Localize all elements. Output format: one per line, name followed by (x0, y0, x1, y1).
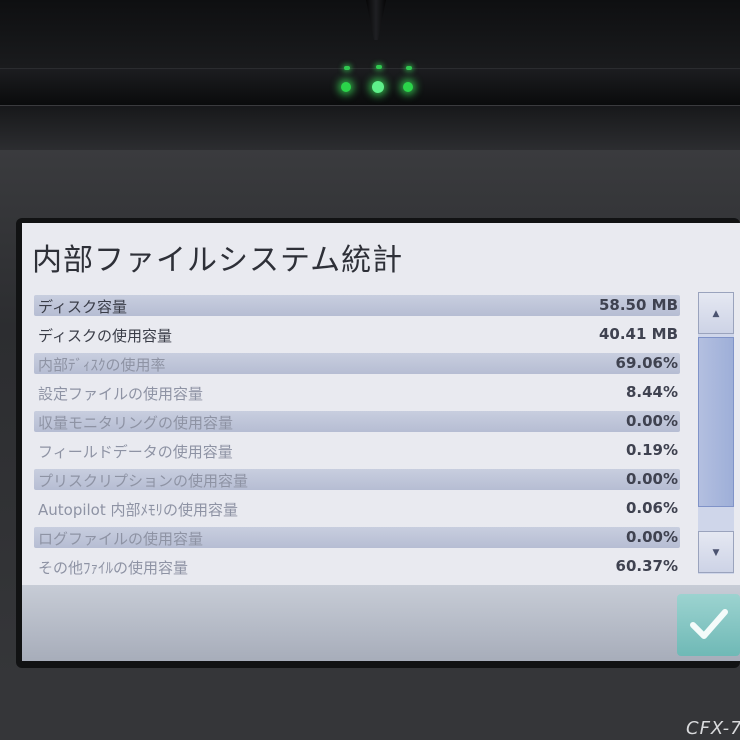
list-item[interactable]: 設定ファイルの使用容量 8.44% (34, 379, 680, 408)
stat-value: 69.06% (615, 354, 678, 372)
stat-label: 内部ﾃﾞｨｽｸの使用率 (38, 356, 166, 374)
stat-value: 8.44% (625, 383, 678, 401)
bottom-toolbar (22, 585, 740, 661)
scrollbar-thumb[interactable] (698, 337, 734, 507)
stat-label: 設定ファイルの使用容量 (38, 385, 204, 403)
stat-label: ログファイルの使用容量 (38, 530, 204, 548)
stat-value: 0.06% (625, 499, 678, 517)
stat-label: プリスクリプションの使用容量 (38, 472, 249, 490)
stat-value: 0.00% (625, 412, 678, 430)
stat-value: 0.00% (625, 470, 678, 488)
stat-value: 60.37% (615, 557, 678, 575)
list-item[interactable]: プリスクリプションの使用容量 0.00% (34, 466, 680, 495)
device-ridge (0, 68, 740, 106)
chevron-down-icon: ▼ (712, 548, 720, 558)
stat-label: その他ﾌｧｲﾙの使用容量 (38, 559, 189, 577)
list-item[interactable]: フィールドデータの使用容量 0.19% (34, 437, 680, 466)
stat-label: Autopilot 内部ﾒﾓﾘの使用容量 (38, 501, 239, 519)
check-icon (690, 609, 728, 639)
list-item[interactable]: 内部ﾃﾞｨｽｸの使用率 69.06% (34, 350, 680, 379)
stat-label: フィールドデータの使用容量 (38, 443, 233, 461)
list-item[interactable]: 収量モニタリングの使用容量 0.00% (34, 408, 680, 437)
list-item[interactable]: ログファイルの使用容量 0.00% (34, 524, 680, 553)
status-led-right (403, 82, 413, 92)
chevron-up-icon: ▲ (712, 309, 720, 319)
stat-value: 0.19% (625, 441, 678, 459)
status-led-left (341, 82, 351, 92)
stats-list: ディスク容量 58.50 MB ディスクの使用容量 40.41 MB 内部ﾃﾞｨ… (34, 292, 680, 582)
list-item[interactable]: ディスクの使用容量 40.41 MB (34, 321, 680, 350)
ok-button[interactable] (677, 594, 740, 656)
status-led-small (344, 66, 350, 70)
scroll-down-button[interactable]: ▼ (698, 531, 734, 573)
status-led-center (372, 81, 384, 93)
device-brand-label: CFX-7 (686, 718, 740, 739)
stat-value: 58.50 MB (598, 296, 678, 314)
stat-label: ディスク容量 (38, 298, 127, 316)
stat-value: 40.41 MB (598, 325, 678, 343)
stat-label: ディスクの使用容量 (38, 327, 172, 345)
stat-value: 0.00% (625, 528, 678, 546)
page-title: 内部ファイルシステム統計 (32, 243, 404, 278)
list-item[interactable]: Autopilot 内部ﾒﾓﾘの使用容量 0.06% (34, 495, 680, 524)
scroll-up-button[interactable]: ▲ (698, 292, 734, 334)
list-item[interactable]: その他ﾌｧｲﾙの使用容量 60.37% (34, 553, 680, 582)
display-screen: 内部ファイルシステム統計 ディスク容量 58.50 MB ディスクの使用容量 4… (22, 223, 740, 661)
stat-label: 収量モニタリングの使用容量 (38, 414, 234, 432)
status-led-small (406, 66, 412, 70)
list-item[interactable]: ディスク容量 58.50 MB (34, 292, 680, 321)
status-led-small (376, 65, 382, 69)
